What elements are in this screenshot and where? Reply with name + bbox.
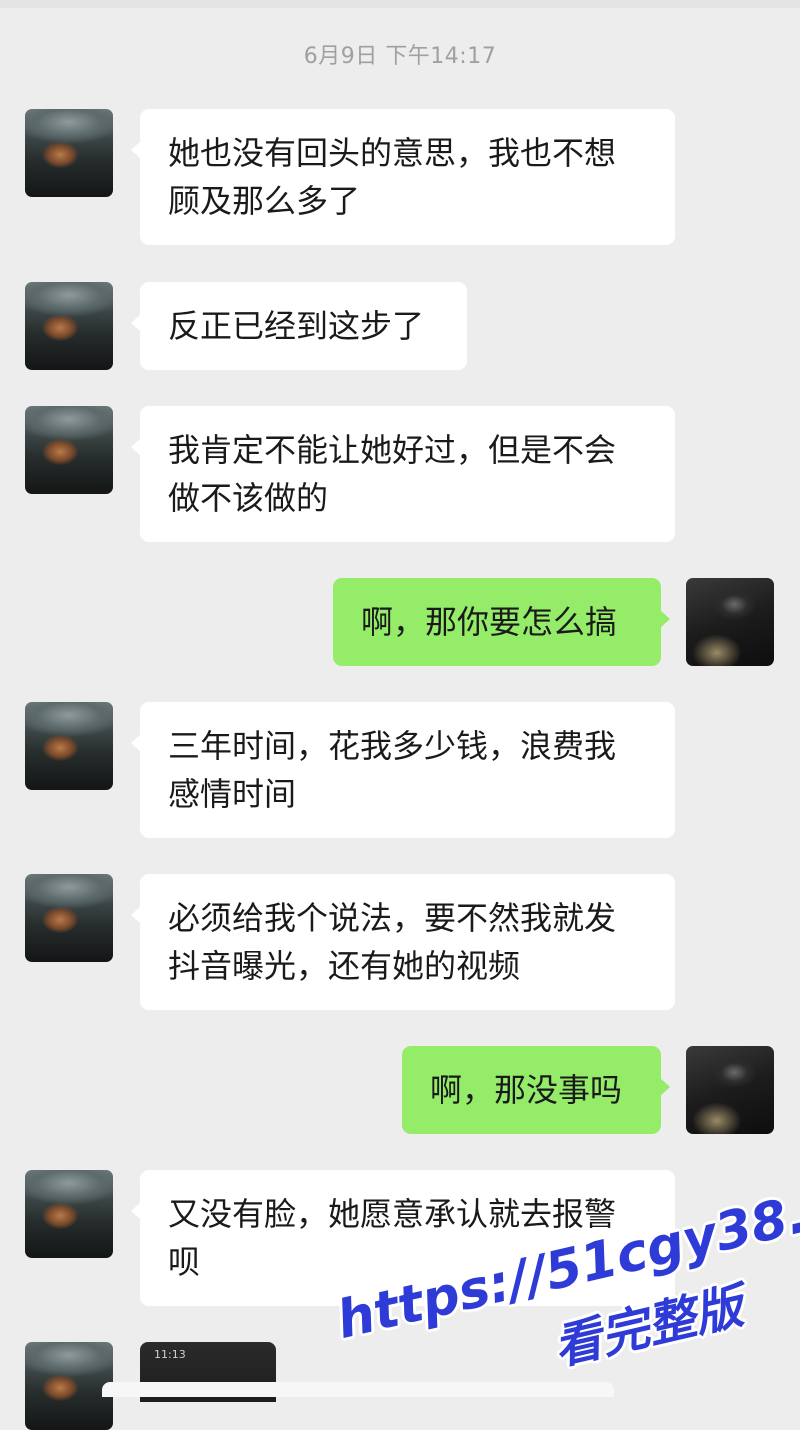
dark-photo-avatar-icon [686,1046,774,1134]
message-row: 我肯定不能让她好过，但是不会 做不该做的 [0,406,800,542]
contact-avatar[interactable] [25,406,113,494]
incoming-message-bubble[interactable]: 反正已经到这步了 [131,282,467,370]
message-text-line: 又没有脸，她愿意承认就去报警 [168,1195,617,1233]
cat-photo-avatar-icon [25,1170,113,1258]
chat-timestamp: 6月9日 下午14:17 [303,44,497,69]
my-avatar[interactable] [686,1046,774,1134]
cat-photo-avatar-icon [25,874,113,962]
contact-avatar[interactable] [25,1342,113,1430]
cat-photo-avatar-icon [25,702,113,790]
message-row: 又没有脸，她愿意承认就去报警 呗 [0,1170,800,1306]
message-row: 反正已经到这步了 [0,282,800,370]
message-row: 必须给我个说法，要不然我就发 抖音曝光，还有她的视频 [0,874,800,1010]
message-text-line: 我肯定不能让她好过，但是不会 [168,431,617,469]
cat-photo-avatar-icon [25,1342,113,1430]
incoming-message-bubble[interactable]: 又没有脸，她愿意承认就去报警 呗 [131,1170,675,1306]
message-text-line: 必须给我个说法，要不然我就发 [168,899,617,937]
message-text-line: 顾及那么多了 [168,182,361,220]
outgoing-message-bubble[interactable]: 啊，那没事吗 [402,1046,670,1134]
outgoing-message-bubble[interactable]: 啊，那你要怎么搞 [333,578,670,666]
contact-avatar[interactable] [25,1170,113,1258]
thumbnail-time-text: 11:13 [154,1348,186,1361]
message-row: 啊，那你要怎么搞 [0,578,800,666]
message-text-line: 啊，那你要怎么搞 [361,603,618,641]
message-text-line: 啊，那没事吗 [430,1071,623,1109]
input-bar-edge [102,1382,614,1397]
message-text-line: 做不该做的 [168,479,329,517]
contact-avatar[interactable] [25,702,113,790]
top-divider [0,0,800,8]
incoming-message-bubble[interactable]: 她也没有回头的意思，我也不想 顾及那么多了 [131,109,675,245]
contact-avatar[interactable] [25,282,113,370]
incoming-message-bubble[interactable]: 三年时间，花我多少钱，浪费我 感情时间 [131,702,675,838]
incoming-message-bubble[interactable]: 我肯定不能让她好过，但是不会 做不该做的 [131,406,675,542]
message-row: 三年时间，花我多少钱，浪费我 感情时间 [0,702,800,838]
message-text-line: 反正已经到这步了 [168,307,425,345]
cat-photo-avatar-icon [25,109,113,197]
message-text-line: 抖音曝光，还有她的视频 [168,947,521,985]
contact-avatar[interactable] [25,874,113,962]
incoming-message-bubble[interactable]: 必须给我个说法，要不然我就发 抖音曝光，还有她的视频 [131,874,675,1010]
my-avatar[interactable] [686,578,774,666]
cat-photo-avatar-icon [25,406,113,494]
message-text-line: 感情时间 [168,775,297,813]
message-text-line: 三年时间，花我多少钱，浪费我 [168,727,617,765]
message-row: 啊，那没事吗 [0,1046,800,1134]
dark-photo-avatar-icon [686,578,774,666]
cat-photo-avatar-icon [25,282,113,370]
message-row: 她也没有回头的意思，我也不想 顾及那么多了 [0,109,800,245]
message-text-line: 呗 [168,1243,201,1281]
contact-avatar[interactable] [25,109,113,197]
message-text-line: 她也没有回头的意思，我也不想 [168,134,617,172]
